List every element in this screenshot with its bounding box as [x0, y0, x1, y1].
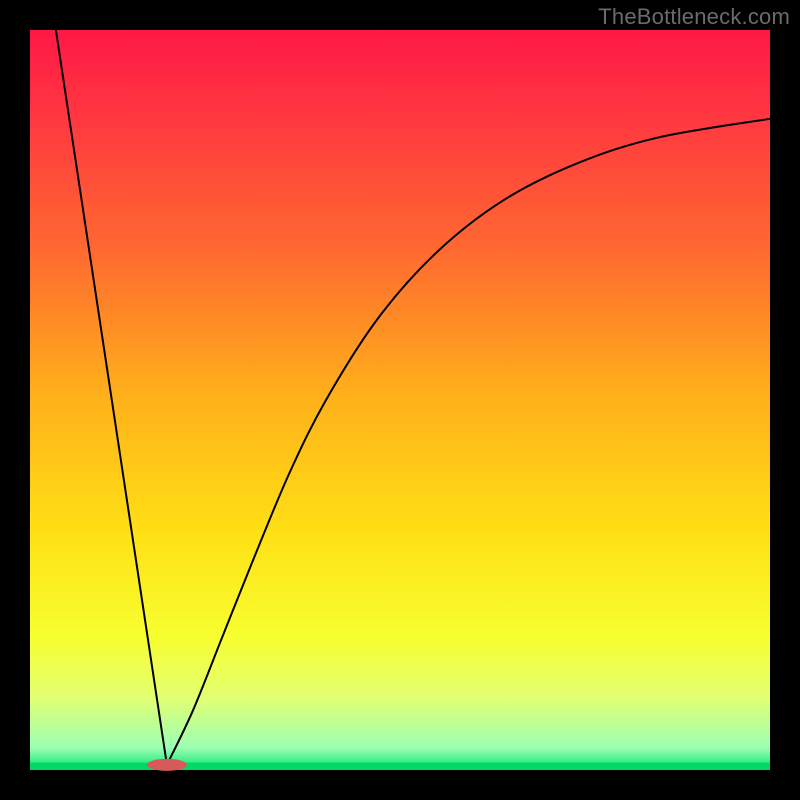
plot-background: [30, 30, 770, 770]
bottom-green-band: [30, 763, 770, 770]
watermark-label: TheBottleneck.com: [598, 4, 790, 30]
minimum-marker: [147, 759, 187, 771]
chart-frame: TheBottleneck.com: [0, 0, 800, 800]
chart-canvas: [0, 0, 800, 800]
